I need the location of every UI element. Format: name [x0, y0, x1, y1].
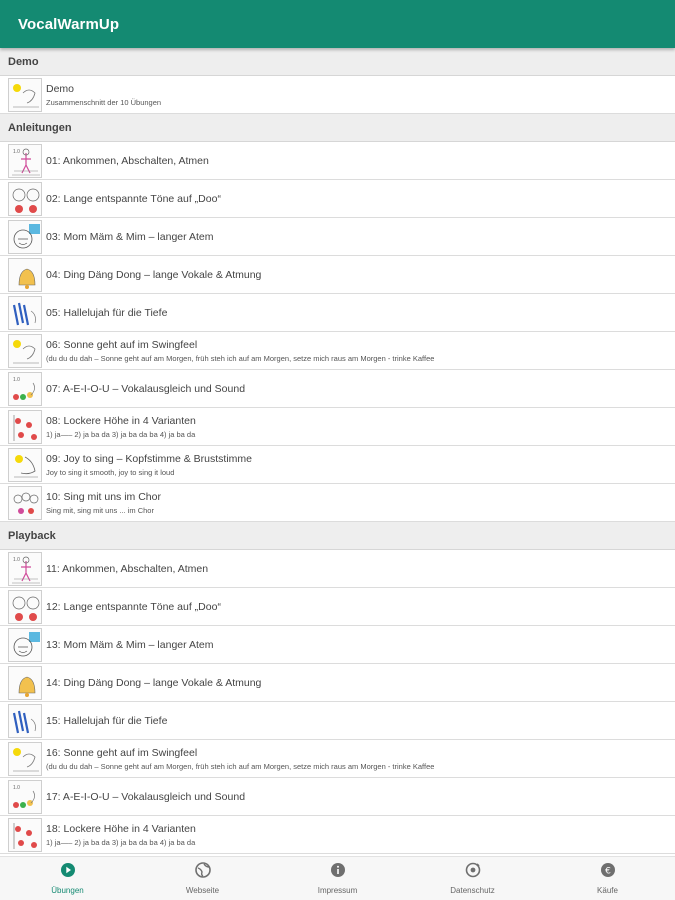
- exercise-title: 11: Ankommen, Abschalten, Atmen: [46, 562, 209, 575]
- sketch-red-figures-icon: [8, 409, 42, 444]
- sketch-blue-stripes-icon: [8, 703, 42, 738]
- svg-text:1.0: 1.0: [13, 149, 20, 155]
- sketch-dots-icon: 1.0: [8, 779, 42, 814]
- exercise-title: 01: Ankommen, Abschalten, Atmen: [46, 154, 209, 167]
- nav-item-1[interactable]: Webseite: [143, 862, 263, 895]
- sketch-dots-icon: 1.0: [8, 371, 42, 406]
- sketch-faces-icon: [8, 181, 42, 216]
- exercise-title: 12: Lange entspannte Töne auf „Doo“: [46, 600, 221, 613]
- exercise-row[interactable]: 04: Ding Däng Dong – lange Vokale & Atmu…: [0, 256, 675, 294]
- exercise-subtitle: (du du du dah – Sonne geht auf am Morgen…: [46, 353, 435, 363]
- play-circle-icon: [60, 862, 76, 883]
- app-bar: VocalWarmUp: [0, 0, 675, 48]
- nav-label: Käufe: [597, 886, 618, 895]
- exercise-row[interactable]: 1.0 01: Ankommen, Abschalten, Atmen: [0, 142, 675, 180]
- section-header: Anleitungen: [0, 114, 675, 142]
- exercise-subtitle: 1) ja—– 2) ja ba da 3) ja ba da ba 4) ja…: [46, 429, 196, 439]
- exercise-title: 13: Mom Mäm & Mim – langer Atem: [46, 638, 214, 651]
- sun-sketch-icon: [8, 77, 42, 112]
- exercise-subtitle: Sing mit, sing mit uns ... im Chor: [46, 505, 154, 515]
- exercise-row[interactable]: 06: Sonne geht auf im Swingfeel (du du du…: [0, 332, 675, 370]
- exercise-row[interactable]: 16: Sonne geht auf im Swingfeel (du du du…: [0, 740, 675, 778]
- exercise-row[interactable]: 18: Lockere Höhe in 4 Varianten 1) ja—– 2…: [0, 816, 675, 854]
- exercise-row[interactable]: 08: Lockere Höhe in 4 Varianten 1) ja—– 2…: [0, 408, 675, 446]
- exercise-title: 06: Sonne geht auf im Swingfeel: [46, 338, 198, 351]
- nav-label: Datenschutz: [450, 886, 495, 895]
- exercise-title: 02: Lange entspannte Töne auf „Doo“: [46, 192, 221, 205]
- sun-sketch-icon: [8, 333, 42, 368]
- exercise-title: 10: Sing mit uns im Chor: [46, 490, 161, 503]
- exercise-row[interactable]: 02: Lange entspannte Töne auf „Doo“: [0, 180, 675, 218]
- sketch-faces-icon: [8, 589, 42, 624]
- svg-text:1.0: 1.0: [13, 557, 20, 563]
- exercise-subtitle: 1) ja—– 2) ja ba da 3) ja ba da ba 4) ja…: [46, 837, 196, 847]
- svg-text:1.0: 1.0: [13, 377, 20, 383]
- info-icon: [330, 862, 346, 883]
- nav-item-0[interactable]: Übungen: [8, 862, 128, 895]
- bottom-navigation: Übungen Webseite Impressum Datenschutz € Käuf…: [0, 856, 675, 900]
- exercise-subtitle: (du du du dah – Sonne geht auf am Morgen…: [46, 761, 435, 771]
- nav-label: Übungen: [51, 886, 84, 895]
- privacy-icon: [465, 862, 481, 883]
- exercise-title: 18: Lockere Höhe in 4 Varianten: [46, 822, 196, 835]
- exercise-row[interactable]: 1.0 11: Ankommen, Abschalten, Atmen: [0, 550, 675, 588]
- exercise-row[interactable]: 03: Mom Mäm & Mim – langer Atem: [0, 218, 675, 256]
- exercise-title: 08: Lockere Höhe in 4 Varianten: [46, 414, 196, 427]
- nav-item-4[interactable]: € Käufe: [548, 862, 668, 895]
- exercise-row[interactable]: 14: Ding Däng Dong – lange Vokale & Atmu…: [0, 664, 675, 702]
- exercise-row[interactable]: 1.0 07: A-E-I-O-U – Vokalausgleich und So…: [0, 370, 675, 408]
- app-title: VocalWarmUp: [18, 15, 120, 33]
- exercise-row[interactable]: Demo Zusammenschnitt der 10 Übungen: [0, 76, 675, 114]
- svg-text:1.0: 1.0: [13, 785, 20, 791]
- exercise-title: 14: Ding Däng Dong – lange Vokale & Atmu…: [46, 676, 262, 689]
- sketch-face-blue-icon: [8, 627, 42, 662]
- exercise-title: 05: Hallelujah für die Tiefe: [46, 306, 168, 319]
- nav-item-3[interactable]: Datenschutz: [413, 862, 533, 895]
- exercise-title: 15: Hallelujah für die Tiefe: [46, 714, 168, 727]
- exercise-row[interactable]: 10: Sing mit uns im Chor Sing mit, sing m…: [0, 484, 675, 522]
- sketch-choir-icon: [8, 485, 42, 520]
- exercise-title: 03: Mom Mäm & Mim – langer Atem: [46, 230, 214, 243]
- exercise-row[interactable]: 1.0 17: A-E-I-O-U – Vokalausgleich und So…: [0, 778, 675, 816]
- exercise-list[interactable]: Demo Demo Zusammenschnitt der 10 Übungen An…: [0, 48, 675, 856]
- exercise-row[interactable]: 13: Mom Mäm & Mim – langer Atem: [0, 626, 675, 664]
- exercise-title: 09: Joy to sing – Kopfstimme & Bruststim…: [46, 452, 252, 465]
- sketch-red-figures-icon: [8, 817, 42, 852]
- exercise-title: 07: A-E-I-O-U – Vokalausgleich und Sound: [46, 382, 246, 395]
- exercise-title: 17: A-E-I-O-U – Vokalausgleich und Sound: [46, 790, 246, 803]
- globe-icon: [194, 862, 211, 883]
- sun-sketch-icon: [8, 741, 42, 776]
- sketch-bell-icon: [8, 257, 42, 292]
- exercise-row[interactable]: 12: Lange entspannte Töne auf „Doo“: [0, 588, 675, 626]
- exercise-title: 16: Sonne geht auf im Swingfeel: [46, 746, 198, 759]
- exercise-row[interactable]: 15: Hallelujah für die Tiefe: [0, 702, 675, 740]
- sketch-person-icon: 1.0: [8, 143, 42, 178]
- exercise-subtitle: Joy to sing it smooth, joy to sing it lo…: [46, 467, 175, 477]
- sketch-person-icon: 1.0: [8, 551, 42, 586]
- section-header: Playback: [0, 522, 675, 550]
- nav-label: Webseite: [185, 886, 220, 895]
- svg-text:€: €: [605, 866, 611, 876]
- sketch-face-blue-icon: [8, 219, 42, 254]
- exercise-title: 04: Ding Däng Dong – lange Vokale & Atmu…: [46, 268, 262, 281]
- exercise-title: Demo: [46, 82, 75, 95]
- nav-item-2[interactable]: Impressum: [278, 862, 398, 895]
- exercise-row[interactable]: 05: Hallelujah für die Tiefe: [0, 294, 675, 332]
- sketch-bell-icon: [8, 665, 42, 700]
- sketch-singer-icon: [8, 447, 42, 482]
- euro-icon: €: [600, 862, 616, 883]
- sketch-blue-stripes-icon: [8, 295, 42, 330]
- exercise-subtitle: Zusammenschnitt der 10 Übungen: [46, 97, 162, 107]
- section-header: Demo: [0, 48, 675, 76]
- exercise-row[interactable]: 09: Joy to sing – Kopfstimme & Bruststim…: [0, 446, 675, 484]
- nav-label: Impressum: [317, 886, 358, 895]
